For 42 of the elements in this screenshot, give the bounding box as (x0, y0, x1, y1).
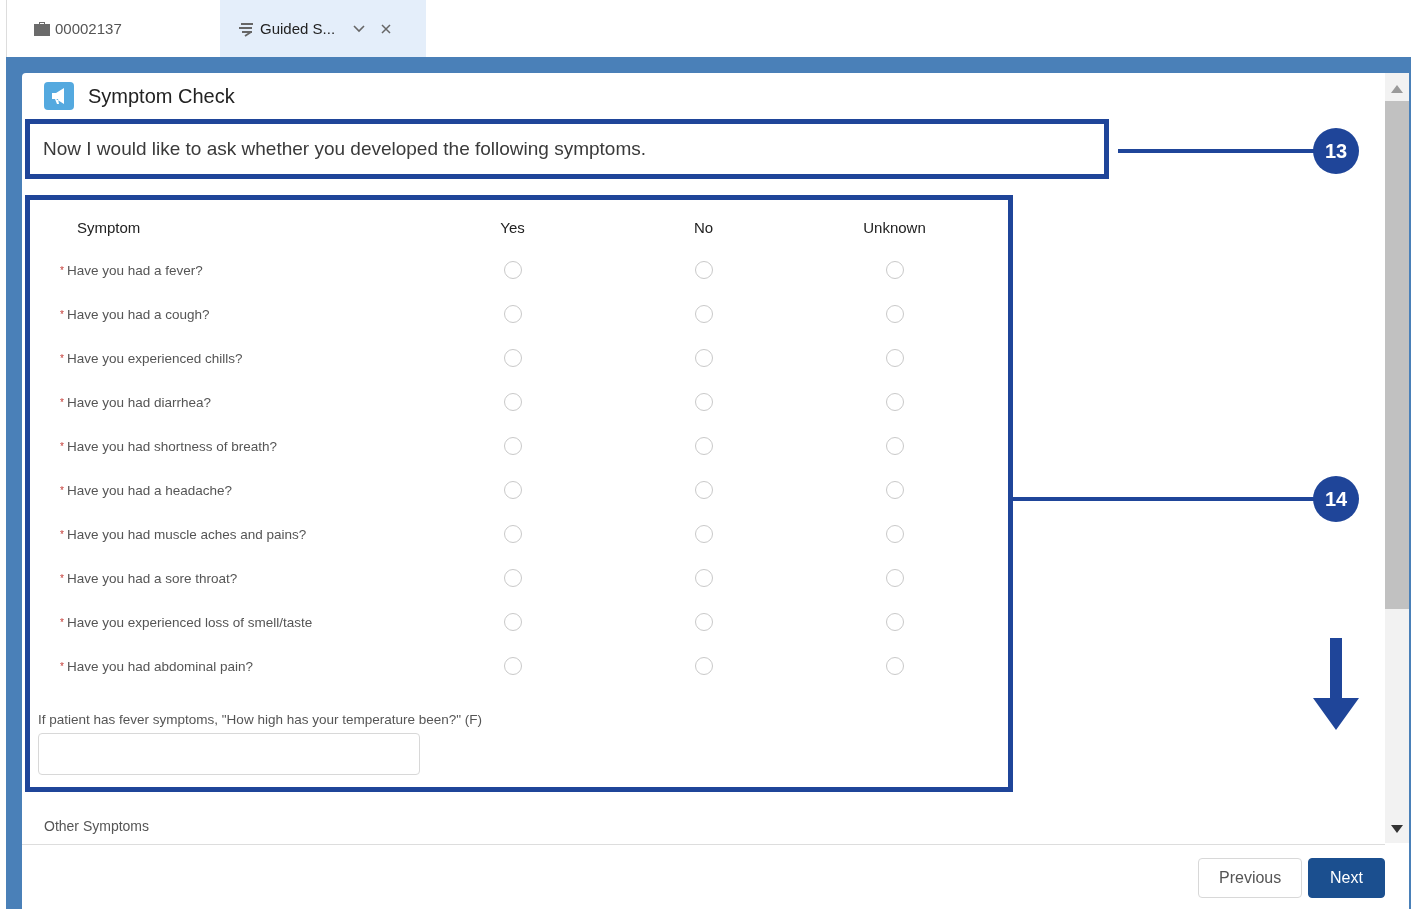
question-label: Have you had shortness of breath? (66, 438, 278, 454)
column-header: Symptom (76, 218, 142, 238)
field-label: If patient has fever symptoms, "How high has your temperature been?" (F) (38, 712, 484, 727)
required-mark: * (60, 572, 64, 584)
question-label: Have you experienced loss of smell/taste (66, 614, 313, 630)
question-label: Have you had a headache? (66, 482, 233, 498)
next-button[interactable]: Next (1308, 858, 1385, 898)
panel-title: Symptom Check (88, 84, 235, 108)
required-mark: * (60, 264, 64, 276)
required-mark: * (60, 396, 64, 408)
question-label: Have you had a fever? (66, 262, 203, 278)
column-header: No (692, 218, 715, 238)
required-mark: * (60, 484, 64, 496)
intro-text: Now I would like to ask whether you developed the following symptoms. (43, 138, 647, 160)
question-label: Have you had muscle aches and pains? (66, 526, 307, 542)
section-label: Other Symptoms (22, 792, 1385, 845)
briefcase-icon (33, 20, 51, 37)
question-label: Have you experienced chills? (66, 350, 243, 366)
megaphone-icon (44, 82, 74, 110)
column-header: Yes (499, 218, 526, 238)
close-icon[interactable] (381, 23, 392, 34)
question-label: Have you had a cough? (66, 306, 210, 322)
required-mark: * (60, 352, 64, 364)
chevron-down-icon[interactable] (353, 24, 366, 33)
question-label: Have you had a sore throat? (66, 570, 238, 586)
scroll-down-icon[interactable] (1391, 825, 1403, 833)
scrollbar[interactable] (1385, 73, 1409, 843)
required-mark: * (60, 660, 64, 672)
tab[interactable]: 00002137 (15, 0, 220, 57)
previous-button[interactable]: Previous (1198, 858, 1302, 898)
flow-icon (238, 20, 256, 37)
column-header: Unknown (862, 218, 927, 238)
question-label: Have you had diarrhea? (66, 394, 211, 410)
required-mark: * (60, 308, 64, 320)
question-label: Have you had abdominal pain? (66, 658, 254, 674)
required-mark: * (60, 616, 64, 628)
required-mark: * (60, 528, 64, 540)
scroll-up-icon[interactable] (1391, 85, 1403, 93)
required-mark: * (60, 440, 64, 452)
input-field[interactable] (38, 733, 420, 775)
arrow-down-icon (1313, 638, 1359, 730)
tab[interactable]: Guided S... (220, 0, 426, 57)
